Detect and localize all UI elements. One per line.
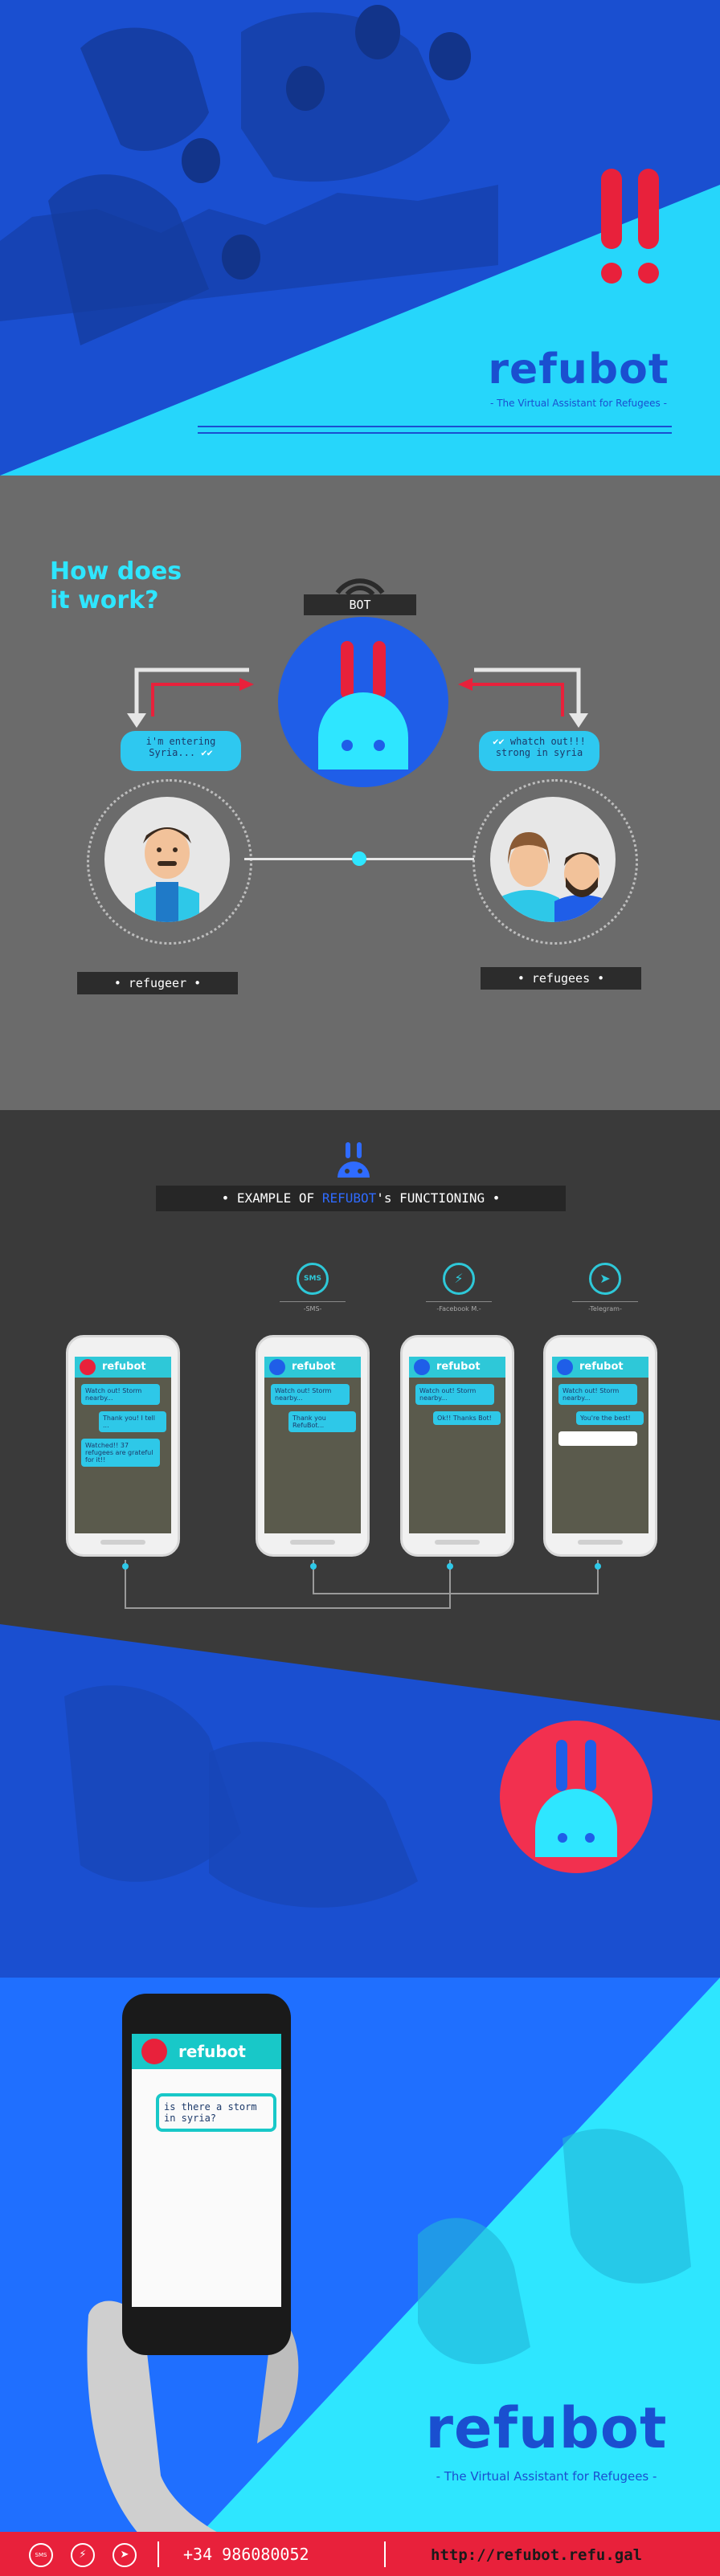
app-header: refubot: [132, 2034, 281, 2069]
bottom-tagline: - The Virtual Assistant for Refugees -: [436, 2469, 657, 2484]
app-avatar: [80, 1359, 96, 1375]
alert-icon: [596, 169, 669, 289]
ribbon-suffix: 's FUNCTIONING: [376, 1190, 485, 1206]
channel-caption: -Facebook M.-: [426, 1301, 492, 1312]
phone-chat-bubble: is there a storm in syria?: [156, 2093, 276, 2132]
home-button[interactable]: [290, 1540, 335, 1545]
divider: [198, 432, 672, 434]
example-phone-screen: refubot Watch out! Storm nearby... Thank y…: [264, 1357, 361, 1533]
app-avatar: [414, 1359, 430, 1375]
channel-caption: -Telegram-: [572, 1301, 638, 1312]
right-speech-bubble: ✔✔ whatch out!!! strong in syria: [479, 731, 599, 771]
chat-message: Thank you RefuBot...: [288, 1411, 356, 1432]
chat-message: Watch out! Storm nearby...: [558, 1384, 637, 1405]
refugeer-label-text: refugeer: [128, 976, 187, 990]
app-header: refubot: [552, 1357, 648, 1378]
left-speech-bubble: i'm entering Syria... ✔✔: [121, 731, 241, 771]
home-button[interactable]: [578, 1540, 623, 1545]
hero-logo: refubot: [488, 345, 669, 394]
bot-ribbon: BOT: [304, 594, 416, 615]
channel-telegram: ➤ -Telegram-: [572, 1263, 638, 1312]
telegram-icon[interactable]: ➤: [112, 2543, 137, 2567]
phone-connectors: [122, 1560, 601, 1609]
example-phone: refubot Watch out! Storm nearby... Ok!! Th…: [400, 1335, 514, 1557]
example-ribbon: • EXAMPLE OF REFUBOT's FUNCTIONING •: [156, 1186, 566, 1211]
ribbon-brand: REFUBOT: [321, 1190, 377, 1206]
flow-arrows: [127, 667, 588, 728]
chat-message: You're the best!: [576, 1411, 644, 1425]
channel-caption: -SMS-: [280, 1301, 346, 1312]
hand-phone-screen: refubot is there a storm in syria?: [132, 2034, 281, 2307]
footer-bar: SMS ⚡ ➤ +34 986080052 http://refubot.ref…: [0, 2532, 720, 2576]
example-phone: refubot Watch out! Storm nearby... Thank y…: [256, 1335, 370, 1557]
messenger-icon[interactable]: ⚡: [71, 2543, 95, 2567]
refugee-avatar: [104, 797, 230, 922]
sms-icon: SMS: [297, 1263, 329, 1295]
website-link[interactable]: http://refubot.refu.gal: [431, 2546, 642, 2564]
chat-message: Watch out! Storm nearby...: [81, 1384, 160, 1405]
chat-message: [558, 1431, 637, 1446]
bottom-logo: refubot: [425, 2395, 668, 2461]
how-title-line1: How does: [50, 557, 182, 586]
hero-section: refubot - The Virtual Assistant for Refu…: [0, 0, 720, 476]
app-header: refubot: [409, 1357, 505, 1378]
example-phone-screen: refubot Watch out! Storm nearby... You're …: [552, 1357, 648, 1533]
hero-tagline: - The Virtual Assistant for Refugees -: [490, 398, 667, 409]
channel-messenger: ⚡ -Facebook M.-: [426, 1263, 492, 1312]
phone-number[interactable]: +34 986080052: [183, 2545, 309, 2564]
how-title-line2: it work?: [50, 586, 159, 614]
app-name: refubot: [292, 1361, 336, 1373]
example-section: • EXAMPLE OF REFUBOT's FUNCTIONING • SMS…: [0, 1110, 720, 1978]
example-phone: refubot Watch out! Storm nearby... You're …: [543, 1335, 657, 1557]
divider: [158, 2541, 159, 2567]
divider: [384, 2541, 386, 2567]
ribbon-prefix: EXAMPLE OF: [236, 1190, 322, 1206]
hand-phone: refubot is there a storm in syria?: [122, 1994, 291, 2355]
how-it-works-section: How does it work? BOT i'm entering Syria…: [0, 476, 720, 1110]
chat-message: Watch out! Storm nearby...: [271, 1384, 350, 1405]
app-name: refubot: [436, 1361, 481, 1373]
chat-message: Ok!! Thanks Bot!: [433, 1411, 501, 1425]
chat-message: Thank you! I tell ...: [99, 1411, 166, 1432]
bot-icon: [338, 1142, 370, 1178]
home-button[interactable]: [100, 1540, 145, 1545]
example-phone-screen: refubot Watch out! Storm nearby... Ok!! Th…: [409, 1357, 505, 1533]
app-header: refubot: [75, 1357, 171, 1378]
example-phone: refubot Watch out! Storm nearby... Thank y…: [66, 1335, 180, 1557]
home-button[interactable]: [435, 1540, 480, 1545]
wifi-icon: [335, 578, 385, 596]
connection-node: [352, 851, 366, 866]
example-phone-screen: refubot Watch out! Storm nearby... Thank y…: [75, 1357, 171, 1533]
app-header: refubot: [264, 1357, 361, 1378]
app-avatar: [557, 1359, 573, 1375]
sms-icon[interactable]: SMS: [29, 2543, 53, 2567]
messenger-icon: ⚡: [443, 1263, 475, 1295]
bottom-section: refubot is there a storm in syria? refub…: [0, 1978, 720, 2576]
refugees-label-text: refugees: [531, 971, 591, 986]
chat-message: Watch out! Storm nearby...: [415, 1384, 494, 1405]
channel-sms: SMS -SMS-: [280, 1263, 346, 1312]
how-title: How does it work?: [50, 557, 182, 615]
divider: [198, 426, 672, 427]
app-name: refubot: [579, 1361, 624, 1373]
bot-logo-circle: [500, 1721, 652, 1873]
chat-message: Watched!! 37 refugees are grateful for i…: [81, 1439, 160, 1467]
app-name: refubot: [178, 2042, 246, 2061]
right-bubble-text: whatch out!!! strong in syria: [495, 736, 586, 758]
telegram-icon: ➤: [589, 1263, 621, 1295]
refugeer-label: • refugeer •: [77, 972, 238, 994]
app-avatar: [141, 2039, 167, 2064]
app-avatar: [269, 1359, 285, 1375]
refugees-label: • refugees •: [481, 967, 641, 990]
refugees-avatar: [490, 797, 616, 922]
app-name: refubot: [102, 1361, 146, 1373]
